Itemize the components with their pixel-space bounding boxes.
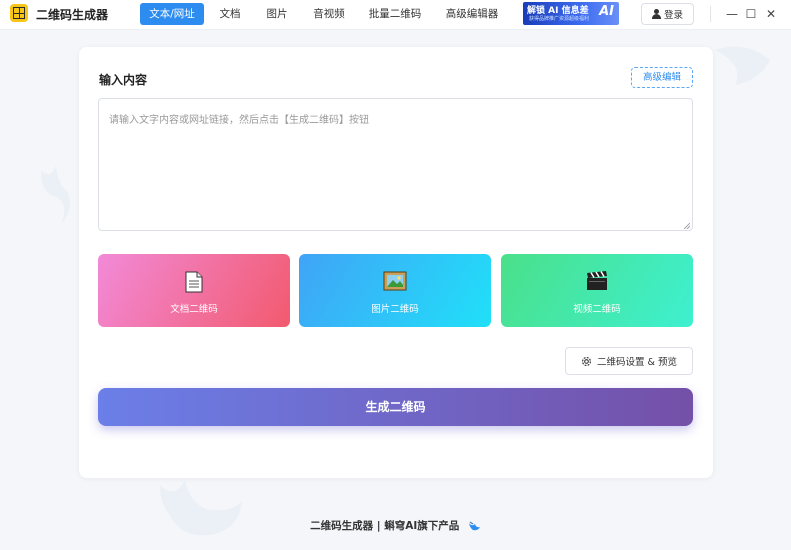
- resize-handle[interactable]: [684, 223, 690, 229]
- document-qr-label: 文档二维码: [170, 304, 218, 315]
- tab-text-url[interactable]: 文本/网址: [140, 3, 204, 25]
- video-qr-label: 视频二维码: [573, 304, 621, 315]
- tab-advanced-editor[interactable]: 高级编辑器: [440, 3, 504, 25]
- tab-document[interactable]: 文档: [214, 3, 246, 25]
- login-button[interactable]: 登录: [641, 3, 694, 25]
- generate-qr-button[interactable]: 生成二维码: [98, 388, 693, 426]
- footer: 二维码生成器 | 蝌穹AI旗下产品: [0, 518, 791, 533]
- picture-icon: [383, 271, 407, 291]
- image-qr-tile[interactable]: 图片二维码: [299, 254, 491, 327]
- content-input[interactable]: [98, 98, 693, 231]
- image-qr-label: 图片二维码: [371, 304, 419, 315]
- footer-text: 二维码生成器 | 蝌穹AI旗下产品: [310, 520, 460, 532]
- tab-audio-video[interactable]: 音视频: [308, 3, 350, 25]
- minimize-button[interactable]: —: [722, 4, 742, 24]
- close-button[interactable]: ✕: [761, 4, 781, 24]
- gear-icon: [581, 356, 592, 366]
- login-label: 登录: [663, 10, 683, 21]
- promo-banner[interactable]: 解锁 AI 信息差 获得品牌推广资源超级福利 AI: [523, 2, 619, 25]
- main-card: 输入内容 高级编辑 文档二维码 图片二维码 视频二维码: [79, 47, 713, 478]
- whale-decoration-icon: [715, 46, 770, 85]
- input-section-title: 输入内容: [99, 73, 148, 87]
- title-bar: 二维码生成器 文本/网址 文档 图片 音视频 批量二维码 高级编辑器 解锁 AI…: [0, 0, 791, 30]
- document-qr-tile[interactable]: 文档二维码: [98, 254, 290, 327]
- whale-logo-icon: [468, 521, 480, 531]
- promo-subtitle: 获得品牌推广资源超级福利: [529, 16, 590, 22]
- clapperboard-icon: [587, 271, 607, 290]
- titlebar-divider: [710, 6, 711, 22]
- app-title: 二维码生成器: [36, 8, 109, 22]
- qr-settings-preview-button[interactable]: 二维码设置 & 预览: [565, 347, 693, 375]
- qr-logo-icon: [10, 4, 28, 22]
- promo-ai-badge: AI: [599, 4, 614, 19]
- maximize-button[interactable]: ☐: [741, 4, 761, 24]
- tab-batch-qr[interactable]: 批量二维码: [364, 3, 426, 25]
- advanced-edit-button[interactable]: 高级编辑: [631, 67, 693, 88]
- settings-button-label: 二维码设置 & 预览: [597, 357, 677, 368]
- user-icon: [651, 9, 661, 19]
- video-qr-tile[interactable]: 视频二维码: [501, 254, 693, 327]
- document-icon: [185, 271, 203, 293]
- tab-image[interactable]: 图片: [261, 3, 293, 25]
